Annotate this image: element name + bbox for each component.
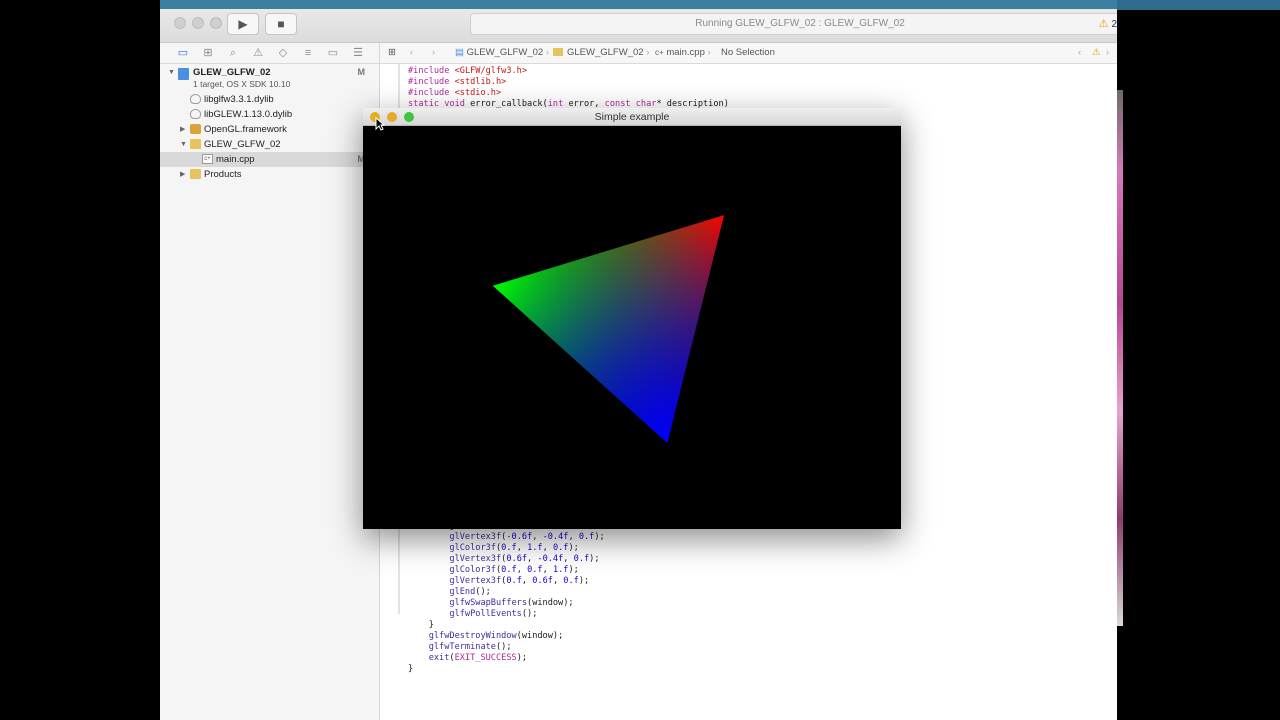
activity-status: Running GLEW_GLFW_02 : GLEW_GLFW_02 bbox=[695, 18, 905, 29]
previous-issue-icon[interactable]: ‹ bbox=[1078, 43, 1081, 63]
project-subtitle: 1 target, OS X SDK 10.10 bbox=[193, 79, 291, 89]
code-line: #include <stdio.h> bbox=[408, 88, 502, 98]
list-item[interactable]: libGLEW.1.13.0.dylib bbox=[160, 107, 379, 122]
project-subtitle-row: 1 target, OS X SDK 10.10 bbox=[160, 77, 379, 92]
back-arrow-icon[interactable]: ‹ bbox=[410, 43, 413, 63]
find-navigator-tab[interactable]: ⌕ bbox=[225, 45, 241, 61]
jump-selection[interactable]: No Selection bbox=[721, 43, 775, 63]
cpp-file-icon: c+ bbox=[202, 154, 213, 164]
file-label: libGLEW.1.13.0.dylib bbox=[204, 109, 293, 120]
file-label: main.cpp bbox=[216, 154, 255, 165]
list-item[interactable]: c+ main.cpp M bbox=[160, 152, 379, 167]
warning-count: 2 bbox=[1111, 19, 1117, 30]
folder-icon bbox=[553, 48, 563, 56]
file-label: OpenGL.framework bbox=[204, 124, 287, 135]
code-line: #include <GLFW/glfw3.h> bbox=[408, 66, 528, 76]
code-line: glVertex3f(0.6f, -0.4f, 0.f); bbox=[449, 554, 600, 564]
jump-group[interactable]: GLEW_GLFW_02 › bbox=[553, 43, 649, 63]
warning-icon[interactable]: ⚠ bbox=[1092, 43, 1101, 63]
file-label: libglfw3.3.1.dylib bbox=[204, 94, 274, 105]
project-navigator: ▭ ⊞ ⌕ ⚠ ◇ ≡ ▭ ☰ ▼ GLEW_GLFW_02 M 1 targe… bbox=[160, 43, 380, 720]
code-line: } bbox=[408, 620, 434, 630]
jump-file[interactable]: c+ main.cpp › bbox=[655, 43, 711, 63]
code-line: glfwDestroyWindow(window); bbox=[428, 631, 564, 641]
next-issue-icon[interactable]: › bbox=[1106, 43, 1109, 63]
cpp-file-icon: c+ bbox=[655, 48, 664, 57]
code-line: glVertex3f(0.f, 0.6f, 0.f); bbox=[449, 576, 590, 586]
code-line: glfwTerminate(); bbox=[428, 642, 512, 652]
file-label: Products bbox=[204, 169, 242, 180]
play-icon: ▶ bbox=[238, 17, 248, 31]
run-button[interactable]: ▶ bbox=[227, 13, 259, 35]
disclosure-closed-icon[interactable]: ▶ bbox=[180, 167, 185, 182]
jump-project-label: GLEW_GLFW_02 bbox=[466, 47, 544, 58]
code-line: glColor3f(0.f, 0.f, 1.f); bbox=[449, 565, 579, 575]
code-line: glfwSwapBuffers(window); bbox=[449, 598, 574, 608]
xcode-toolbar: ▶ ■ Running GLEW_GLFW_02 : GLEW_GLFW_02 … bbox=[160, 0, 1117, 43]
navigator-tabs: ▭ ⊞ ⌕ ⚠ ◇ ≡ ▭ ☰ bbox=[160, 43, 379, 64]
activity-viewer: Running GLEW_GLFW_02 : GLEW_GLFW_02 ⚠ 2 bbox=[470, 13, 1117, 35]
jump-file-label: main.cpp bbox=[666, 47, 705, 58]
stop-icon: ■ bbox=[277, 17, 285, 31]
folder-icon bbox=[190, 169, 201, 179]
mouse-cursor-icon bbox=[375, 117, 385, 131]
stop-button[interactable]: ■ bbox=[265, 13, 297, 35]
library-icon bbox=[190, 109, 201, 119]
project-navigator-tab[interactable]: ▭ bbox=[175, 45, 191, 61]
disclosure-open-icon[interactable]: ▼ bbox=[180, 137, 187, 152]
background-window-edge bbox=[1117, 90, 1123, 626]
zoom-button[interactable] bbox=[210, 17, 222, 29]
test-navigator-tab[interactable]: ◇ bbox=[275, 45, 291, 61]
list-item[interactable]: ▶ Products bbox=[160, 167, 379, 182]
jump-selection-label: No Selection bbox=[721, 47, 775, 58]
warning-icon: ⚠ bbox=[1098, 18, 1109, 30]
project-icon: ▤ bbox=[455, 47, 464, 58]
minimize-button[interactable] bbox=[192, 17, 204, 29]
code-line: glVertex3f(-0.6f, -0.4f, 0.f); bbox=[449, 532, 605, 542]
code-line: exit(EXIT_SUCCESS); bbox=[428, 653, 528, 663]
glfw-title-bar[interactable]: Simple example bbox=[363, 108, 901, 126]
list-item[interactable]: ▶ OpenGL.framework bbox=[160, 122, 379, 137]
issue-navigator-tab[interactable]: ⚠ bbox=[250, 45, 266, 61]
list-item[interactable]: libglfw3.3.1.dylib bbox=[160, 92, 379, 107]
code-line: #include <stdlib.h> bbox=[408, 77, 507, 87]
framework-icon bbox=[190, 124, 201, 134]
desktop-wallpaper-strip bbox=[160, 0, 1117, 9]
debug-navigator-tab[interactable]: ≡ bbox=[300, 45, 316, 61]
file-label: GLEW_GLFW_02 bbox=[204, 139, 281, 150]
code-line: glColor3f(0.f, 1.f, 0.f); bbox=[449, 543, 579, 553]
desktop-background bbox=[1117, 0, 1280, 720]
warning-indicator[interactable]: ⚠ 2 bbox=[1099, 14, 1117, 35]
code-line: glfwPollEvents(); bbox=[449, 609, 538, 619]
related-items-icon[interactable]: ⊞ bbox=[388, 43, 396, 63]
library-icon bbox=[190, 94, 201, 104]
disclosure-closed-icon[interactable]: ▶ bbox=[180, 122, 185, 137]
list-item[interactable]: ▼ GLEW_GLFW_02 bbox=[160, 137, 379, 152]
close-button[interactable] bbox=[174, 17, 186, 29]
jump-project[interactable]: ▤ GLEW_GLFW_02 › bbox=[455, 43, 549, 63]
glfw-window: Simple example bbox=[363, 108, 901, 529]
code-line: glEnd(); bbox=[449, 587, 491, 597]
glfw-window-title: Simple example bbox=[594, 111, 670, 123]
jump-group-label: GLEW_GLFW_02 bbox=[567, 47, 644, 58]
report-navigator-tab[interactable]: ☰ bbox=[350, 45, 366, 61]
opengl-canvas[interactable] bbox=[363, 126, 901, 529]
breakpoint-navigator-tab[interactable]: ▭ bbox=[325, 45, 341, 61]
symbol-navigator-tab[interactable]: ⊞ bbox=[200, 45, 216, 61]
folder-icon bbox=[190, 139, 201, 149]
jump-bar: ⊞ ‹ › ▤ GLEW_GLFW_02 › GLEW_GLFW_02 › c+… bbox=[380, 43, 1117, 64]
desktop-wallpaper-strip bbox=[1117, 0, 1280, 10]
forward-arrow-icon[interactable]: › bbox=[432, 43, 435, 63]
code-line: } bbox=[408, 664, 414, 674]
